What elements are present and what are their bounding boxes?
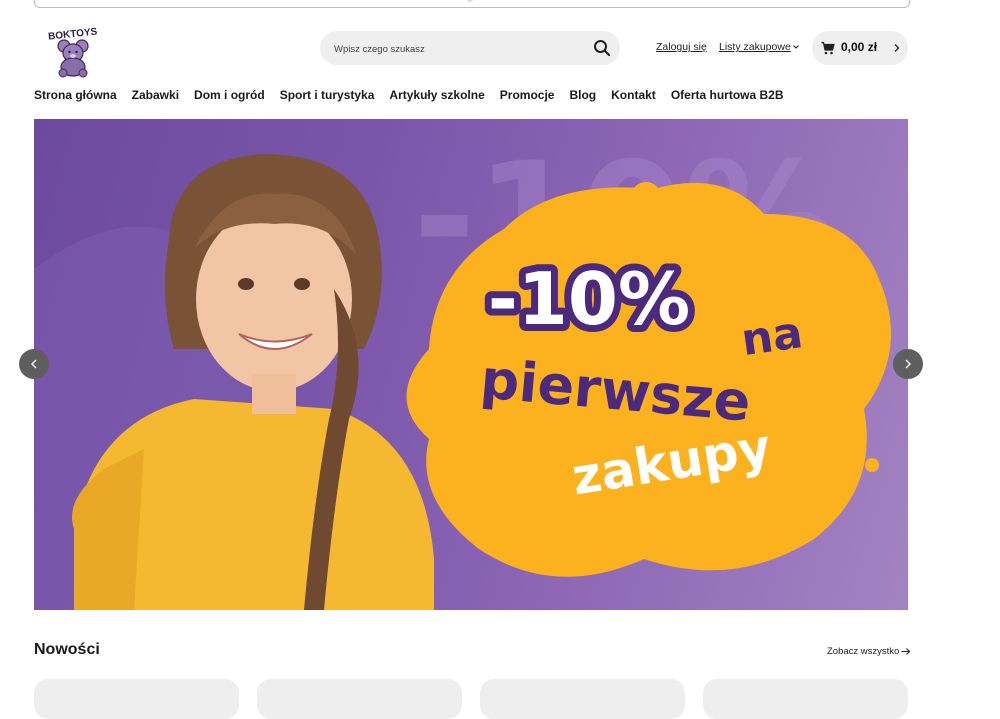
chevron-down-icon — [792, 45, 799, 49]
nav-item-b2b[interactable]: Oferta hurtowa B2B — [671, 88, 784, 104]
hero-na: na — [738, 307, 806, 366]
main-nav: Strona główna Zabawki Dom i ogród Sport … — [34, 88, 799, 104]
shopping-lists-label: Listy zakupowe — [719, 41, 791, 53]
product-card[interactable] — [34, 679, 239, 719]
search-bar — [320, 31, 620, 67]
nav-item-toys[interactable]: Zabawki — [132, 88, 179, 104]
chevron-left-icon — [31, 359, 37, 369]
see-all-label: Zobacz wszystko — [827, 646, 900, 657]
nav-item-home-garden[interactable]: Dom i ogród — [194, 88, 265, 104]
hero-discount: -10% — [488, 257, 690, 341]
search-icon[interactable] — [592, 38, 612, 58]
top-bar — [34, 0, 910, 8]
product-card[interactable] — [703, 679, 908, 719]
login-link[interactable]: Zaloguj się — [656, 41, 707, 53]
slider-prev-button[interactable] — [19, 349, 49, 379]
top-bar-notch — [467, 0, 473, 2]
product-card[interactable] — [480, 679, 685, 719]
product-card[interactable] — [257, 679, 462, 719]
nav-item-contact[interactable]: Kontakt — [611, 88, 656, 104]
hero-banner[interactable]: -10% -10% na pierwsze zakupy — [34, 119, 908, 610]
nav-item-blog[interactable]: Blog — [569, 88, 596, 104]
nav-item-promotions[interactable]: Promocje — [500, 88, 555, 104]
nav-item-home[interactable]: Strona główna — [34, 88, 117, 104]
arrow-right-icon — [901, 648, 911, 655]
chevron-right-icon — [905, 359, 911, 369]
slider-next-button[interactable] — [893, 349, 923, 379]
search-input[interactable] — [332, 31, 586, 67]
chevron-right-icon — [894, 44, 900, 52]
section-title-new: Nowości — [34, 641, 100, 658]
logo[interactable]: BOKTOYS — [44, 22, 102, 78]
nav-item-school[interactable]: Artykuły szkolne — [389, 88, 484, 104]
logo-text: BOKTOYS — [48, 26, 98, 42]
cart-amount: 0,00 zł — [841, 40, 878, 54]
cart-button[interactable]: 0,00 zł — [812, 31, 908, 65]
nav-item-sport[interactable]: Sport i turystyka — [280, 88, 375, 104]
shopping-lists-link[interactable]: Listy zakupowe — [719, 41, 800, 53]
see-all-link[interactable]: Zobacz wszystko — [827, 646, 911, 657]
cart-icon — [821, 41, 835, 55]
